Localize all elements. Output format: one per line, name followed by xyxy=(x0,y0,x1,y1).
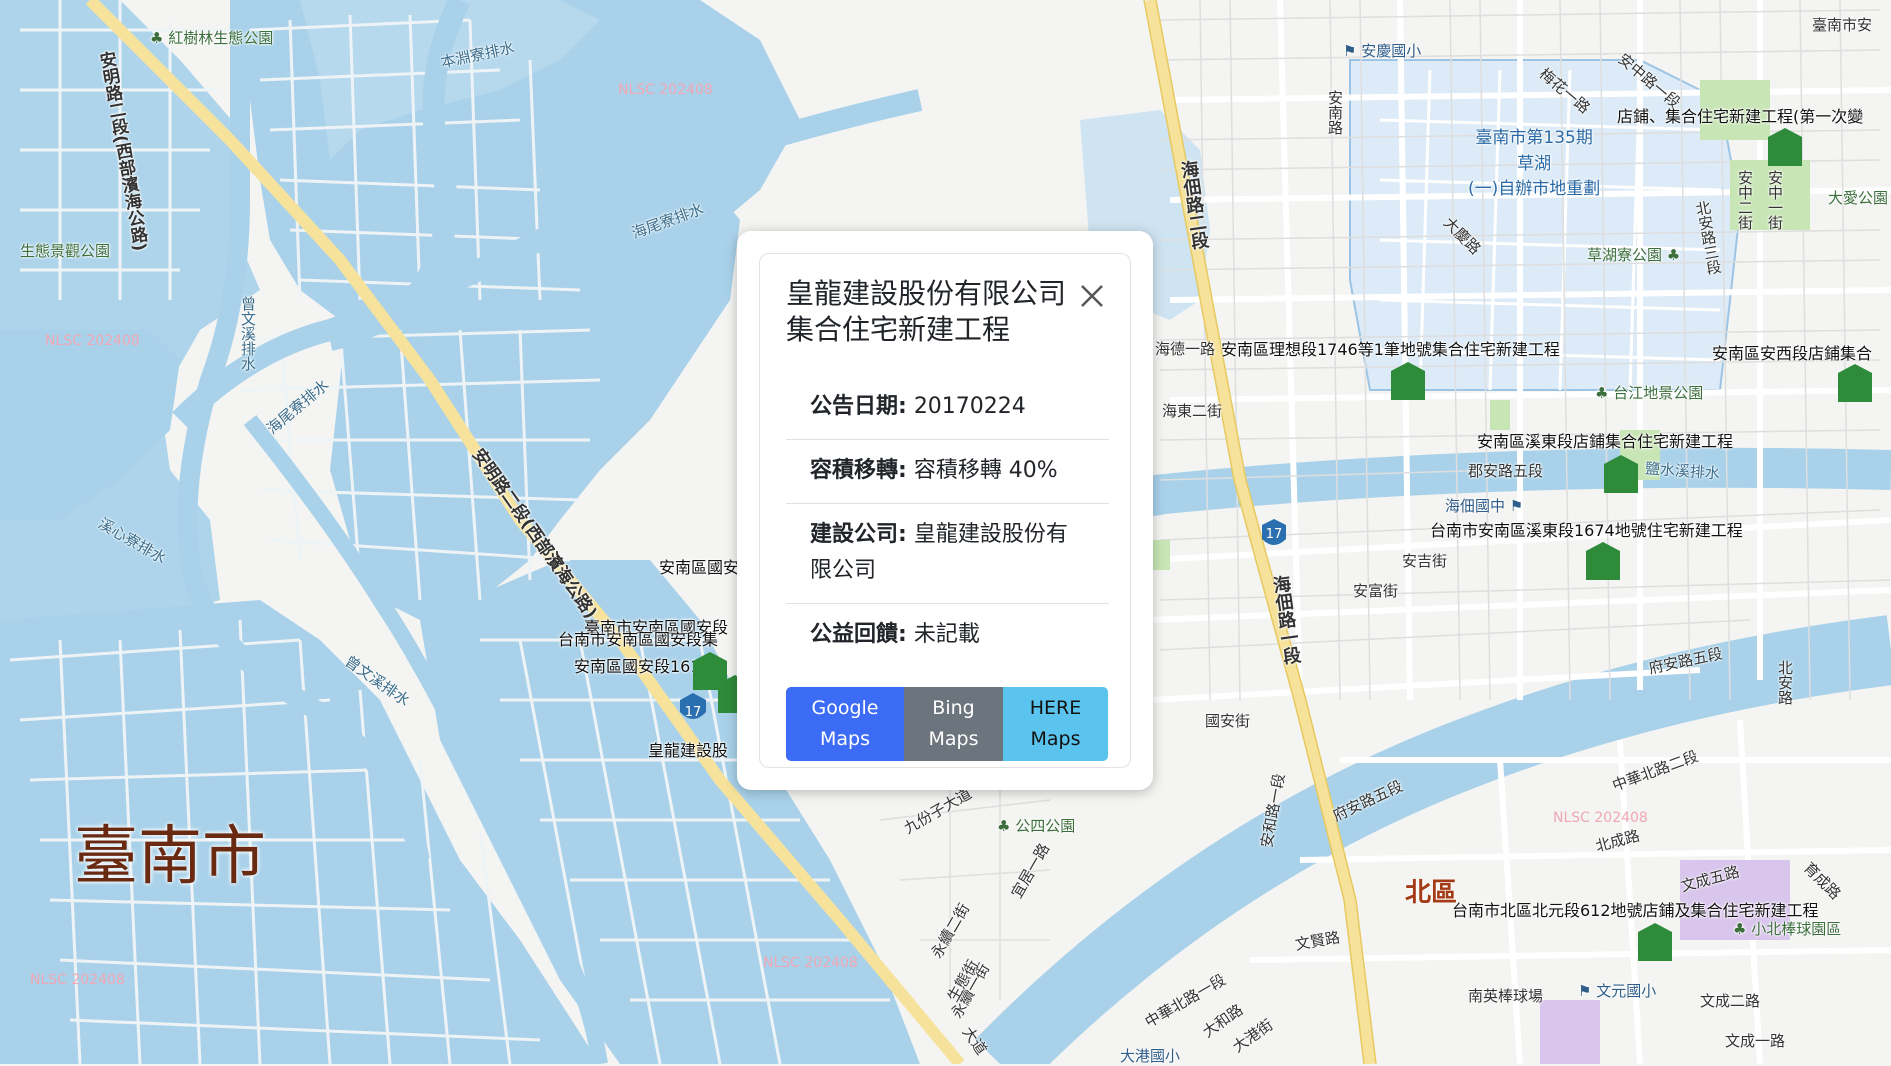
park-label: ♣ 台江地景公園 xyxy=(1595,384,1704,402)
road-label: 郡安路五段 xyxy=(1468,462,1544,480)
park-label: ♣ 小北棒球園區 xyxy=(1733,920,1842,938)
water-label: 曾文溪排水 xyxy=(239,296,257,371)
field-announce-date: 公告日期: 20170224 xyxy=(786,376,1109,440)
info-popup: 皇龍建設股份有限公司集合住宅新建工程 公告日期: 20170224 容積移轉: … xyxy=(737,231,1153,790)
water-label: 鹽水溪排水 xyxy=(1644,459,1721,483)
road-label: 安明路二段(西部濱海公路) xyxy=(467,445,601,623)
road-label: 海德一路 xyxy=(1155,340,1216,358)
district-label-north: 北區 xyxy=(1405,878,1458,908)
road-label: 大道 xyxy=(958,1023,991,1059)
water-label: 溪心寮排水 xyxy=(95,514,170,568)
park-label: 生態景觀公園 xyxy=(20,242,111,260)
road-label: 海佃路一段 xyxy=(1268,573,1303,666)
road-label: 文成一路 xyxy=(1725,1032,1786,1050)
road-label: 安南路 xyxy=(1326,90,1344,135)
project-marker[interactable] xyxy=(1768,128,1802,166)
watermark: NLSC 202408 xyxy=(763,955,858,971)
road-label: 安和路一段 xyxy=(1257,772,1289,850)
watermark: NLSC 202408 xyxy=(618,82,713,98)
water-label: 曾文溪排水 xyxy=(341,652,414,710)
project-marker[interactable] xyxy=(1586,542,1620,580)
project-label[interactable]: 台南市安南區國安段集 xyxy=(558,626,718,650)
here-maps-button[interactable]: HERE Maps xyxy=(1003,687,1108,761)
project-label[interactable]: 安南區安西段店鋪集合 xyxy=(1712,340,1872,364)
field-developer: 建設公司: 皇龍建設股份有限公司 xyxy=(786,504,1109,604)
project-label[interactable]: 安南區溪東段店鋪集合住宅新建工程 xyxy=(1477,428,1733,452)
road-label: 永續二街 xyxy=(927,900,974,962)
road-label: 海佃路二段 xyxy=(1176,158,1211,251)
watermark: NLSC 202408 xyxy=(1553,810,1648,826)
watermark: NLSC 202408 xyxy=(45,333,140,349)
school-label: ⚑ 安慶國小 xyxy=(1343,42,1422,60)
google-maps-button[interactable]: Google Maps xyxy=(786,687,904,761)
road-label: 府安路五段 xyxy=(1329,776,1406,825)
road-label: 國安街 xyxy=(1205,712,1251,730)
park-label: 大愛公園 xyxy=(1828,189,1889,207)
water-label: 海尾寮排水 xyxy=(263,375,333,438)
road-label: 海東二街 xyxy=(1162,402,1223,420)
road-label: 北成路 xyxy=(1593,826,1642,856)
school-label: ⚑ 文元國小 xyxy=(1578,982,1657,1000)
popup-card: 皇龍建設股份有限公司集合住宅新建工程 公告日期: 20170224 容積移轉: … xyxy=(759,253,1131,768)
road-label: 大慶路 xyxy=(1439,213,1485,259)
water-label: 本淵寮排水 xyxy=(439,38,517,72)
park-label: ♣ 公四公園 xyxy=(997,817,1076,835)
road-label: 安明路二段(西部濱海公路) xyxy=(94,49,150,253)
road-label: 九份子大道 xyxy=(900,784,975,838)
water-label: 海尾寮排水 xyxy=(629,199,707,243)
watermark: NLSC 202408 xyxy=(30,972,125,988)
road-label: 文成五路 xyxy=(1678,862,1742,896)
road-label: 北安路 xyxy=(1776,660,1794,705)
road-label: 安中一街 xyxy=(1766,170,1784,230)
popup-title: 皇龍建設股份有限公司集合住宅新建工程 xyxy=(786,277,1067,346)
road-label: 梅花一路 xyxy=(1535,64,1594,118)
project-label[interactable]: 店鋪、集合住宅新建工程(第一次變 xyxy=(1617,103,1863,127)
project-marker[interactable] xyxy=(1838,364,1872,402)
field-public-benefit: 公益回饋: 未記載 xyxy=(810,622,980,647)
road-label: 安吉街 xyxy=(1402,552,1448,570)
city-corner-label: 臺南市安 xyxy=(1812,16,1873,34)
school-label: 大港國小 xyxy=(1120,1047,1181,1065)
park-label: 草湖寮公園 ♣ xyxy=(1587,246,1681,264)
district-label-tainan: 臺南市 xyxy=(74,820,266,894)
road-label: 北安路三段 xyxy=(1692,199,1724,277)
road-label: 中華北路二段 xyxy=(1609,747,1701,795)
zone-label: 臺南市第135期 草湖 (一)自辦市地重劃 xyxy=(1468,128,1601,199)
road-label: 文賢路 xyxy=(1293,928,1342,954)
bing-maps-button[interactable]: Bing Maps xyxy=(904,687,1003,761)
road-label: 安中二街 xyxy=(1736,170,1754,230)
project-label[interactable]: 安南區國安 xyxy=(659,554,739,578)
close-icon[interactable] xyxy=(1078,282,1106,310)
road-label: 南英棒球場 xyxy=(1468,987,1544,1005)
park-label: ♣ 紅樹林生態公園 xyxy=(150,29,274,47)
road-label: 宜居一路 xyxy=(1007,840,1054,902)
road-label: 府安路五段 xyxy=(1647,644,1725,678)
school-label: 海佃國中 ⚑ xyxy=(1445,497,1524,515)
project-label[interactable]: 皇龍建設股 xyxy=(648,737,728,761)
map-link-buttons: Google Maps Bing Maps HERE Maps xyxy=(786,687,1108,761)
road-label: 文成二路 xyxy=(1700,992,1761,1010)
project-marker[interactable] xyxy=(1604,455,1638,493)
project-label[interactable]: 台南市北區北元段612地號店鋪及集合住宅新建工程 xyxy=(1452,897,1819,921)
popup-fields: 公告日期: 20170224 容積移轉: 容積移轉 40% 建設公司: 皇龍建設… xyxy=(786,376,1109,667)
road-label: 安富街 xyxy=(1353,582,1399,600)
project-label[interactable]: 安南區理想段1746等1筆地號集合住宅新建工程 xyxy=(1221,336,1560,360)
field-volume-transfer: 容積移轉: 容積移轉 40% xyxy=(786,440,1109,504)
project-label[interactable]: 台南市安南區溪東段1674地號住宅新建工程 xyxy=(1430,517,1743,541)
project-marker[interactable] xyxy=(1391,362,1425,400)
project-marker[interactable] xyxy=(1638,923,1672,961)
